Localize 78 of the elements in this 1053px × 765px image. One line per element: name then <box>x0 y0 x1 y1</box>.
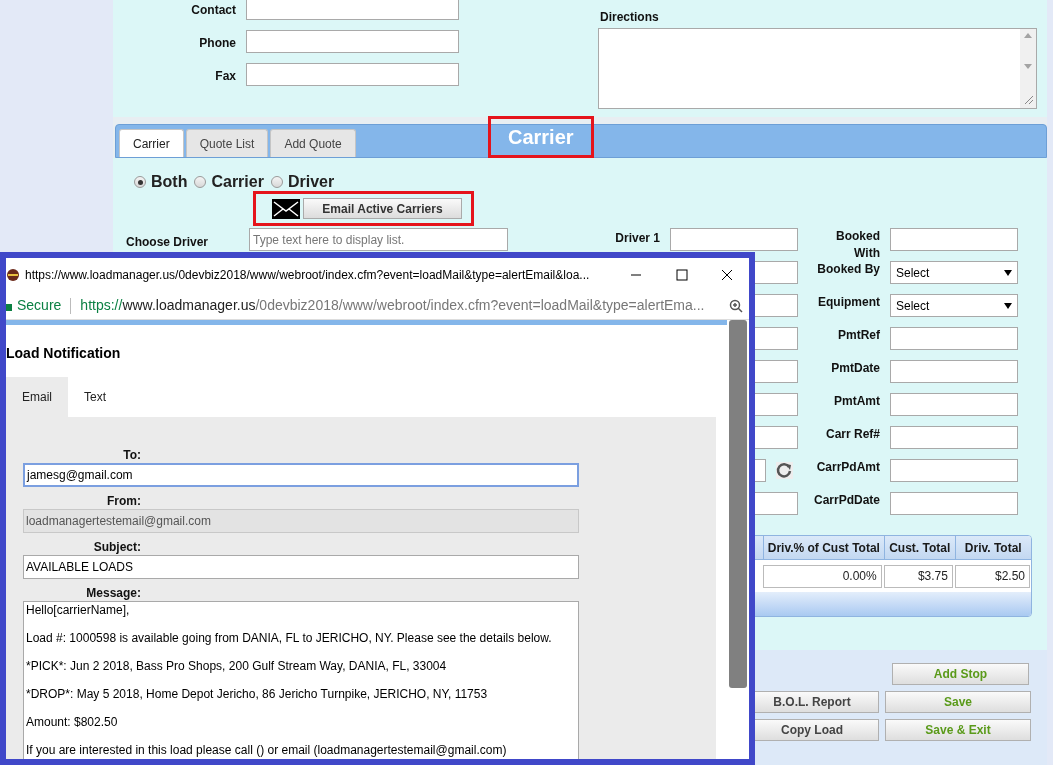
field-label: Equipment <box>818 294 880 311</box>
select-dropdown[interactable]: Select <box>890 294 1018 317</box>
field-label: Phone <box>199 35 236 52</box>
tab[interactable]: Carrier <box>119 129 184 157</box>
radio-icon[interactable] <box>270 176 283 188</box>
radio-icon[interactable] <box>134 176 146 188</box>
field-label: Driver 1 <box>615 230 660 247</box>
input-field[interactable] <box>246 63 459 86</box>
field-label: Fax <box>215 68 236 85</box>
envelope-icon <box>272 198 300 219</box>
radio-option[interactable]: Both <box>134 170 188 194</box>
field-label: Subject: <box>93 539 141 555</box>
field-label: PmtDate <box>831 360 880 377</box>
input-field[interactable]: AVAILABLE LOADS <box>23 555 579 579</box>
message-line: *DROP*: May 5 2018, Home Depot Jericho, 86 Jericho Turnpike, JERICHO, NY, 11753 <box>26 686 489 702</box>
secure-label: Secure <box>17 296 62 315</box>
table-cell: $2.50 <box>954 564 1030 588</box>
tab[interactable]: Email <box>6 377 68 417</box>
radio-option[interactable]: Carrier <box>194 170 264 194</box>
directions-textarea[interactable] <box>598 28 1037 109</box>
input-field[interactable] <box>890 360 1018 383</box>
scrollbar[interactable] <box>1020 29 1036 108</box>
input-field[interactable] <box>246 30 459 53</box>
refresh-icon[interactable] <box>776 462 793 479</box>
field-label: CarrPdDate <box>813 492 880 509</box>
tab[interactable]: Quote List <box>185 129 269 157</box>
resize-grip-icon[interactable] <box>1023 94 1033 104</box>
input-field[interactable] <box>890 492 1018 515</box>
field-label: Booked With <box>835 228 880 262</box>
field-label: Carr Ref# <box>825 426 880 443</box>
input-field[interactable] <box>246 0 459 20</box>
message-line: Hello[carrierName], <box>26 602 131 618</box>
field-label: Choose Driver <box>126 235 209 249</box>
field-label: PmtRef <box>838 327 880 344</box>
radio-icon[interactable] <box>194 176 207 188</box>
tab[interactable]: Add Quote <box>270 129 356 157</box>
message-textarea[interactable] <box>23 601 579 759</box>
address-url[interactable]: https://www.loadmanager.us/0devbiz2018/www/webroot/index.cfm?event=loadMail&type=alertEma... <box>80 295 705 316</box>
search-field[interactable]: Type text here to display list. <box>249 228 508 251</box>
input-field[interactable] <box>890 459 1018 482</box>
section-title: Carrier <box>487 116 594 158</box>
message-line: If you are interested in this load please call () or email (loadmanagertestemail@gmail.com) <box>26 742 508 758</box>
field-label: Directions <box>599 9 660 26</box>
field-label: From: <box>107 493 141 509</box>
field-label: Booked By <box>817 261 880 278</box>
message-line: Amount: $802.50 <box>26 714 119 730</box>
caret-icon <box>1004 269 1012 276</box>
input-field[interactable] <box>670 228 798 251</box>
select-dropdown[interactable]: Select <box>890 261 1018 284</box>
maximize-icon[interactable] <box>676 269 688 281</box>
table-cell: $3.75 <box>883 564 953 588</box>
radio-option[interactable]: Driver <box>270 170 335 194</box>
zoom-icon[interactable] <box>729 298 743 313</box>
email-button[interactable]: Email Active Carriers <box>303 198 462 219</box>
field-label: Message: <box>86 585 141 601</box>
field-label: PmtAmt <box>834 393 880 410</box>
input-field[interactable]: jamesg@gmail.com <box>23 463 579 487</box>
favicon-icon <box>6 268 20 282</box>
input-field[interactable] <box>890 393 1018 416</box>
scroll-down-icon[interactable] <box>1024 63 1032 69</box>
column-header: Cust. Total <box>883 536 955 559</box>
table-cell: 0.00% <box>762 564 882 588</box>
column-header: Driv.% of Cust Total <box>762 536 884 559</box>
input-field[interactable] <box>890 426 1018 449</box>
dialog-heading: Load Notification <box>6 344 122 363</box>
field-label: To: <box>123 447 141 463</box>
input-field[interactable] <box>890 327 1018 350</box>
input-field[interactable] <box>890 228 1018 251</box>
scroll-thumb[interactable] <box>729 320 747 688</box>
field-label: CarrPdAmt <box>816 459 880 476</box>
column-header: Driv. Total <box>954 536 1031 559</box>
caret-icon <box>1004 302 1012 309</box>
message-line: Load #: 1000598 is available going from DANIA, FL to JERICHO, NY. Please see the details below. <box>26 630 553 646</box>
field-label: Contact <box>191 2 236 19</box>
window-title: https://www.loadmanager.us/0devbiz2018/www/webroot/index.cfm?event=loadMail&type=alertEmail&loa... <box>25 267 590 284</box>
message-line: *PICK*: Jun 2 2018, Bass Pro Shops, 200 Gulf Stream Way, DANIA, FL, 33004 <box>26 658 448 674</box>
scroll-up-icon[interactable] <box>1024 33 1032 38</box>
close-icon[interactable] <box>721 269 733 281</box>
